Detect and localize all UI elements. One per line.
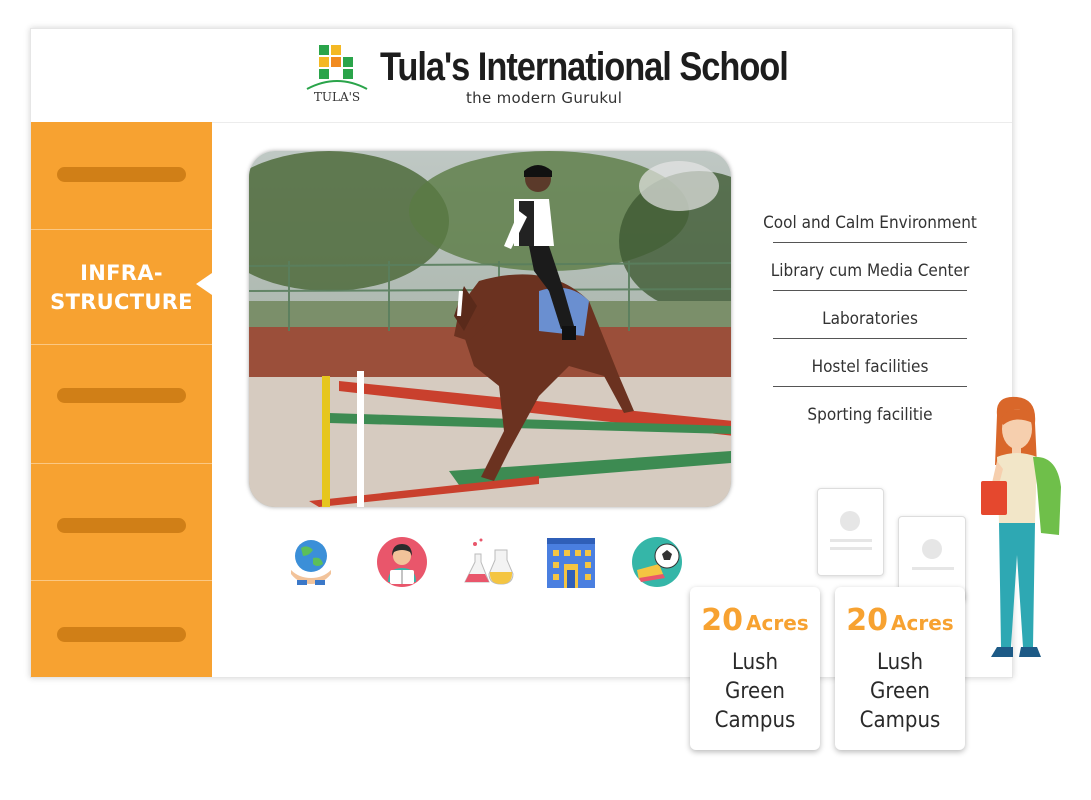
active-pointer-icon	[196, 273, 212, 295]
school-logo[interactable]: TULA'S	[303, 43, 371, 105]
acres-heading: 20 Acres	[835, 601, 965, 645]
document-card	[817, 488, 884, 576]
divider	[773, 386, 967, 387]
acres-desc-line: Campus	[859, 708, 941, 733]
acres-card: 20 Acres Lush Green Campus	[835, 587, 965, 750]
document-placeholder-icon	[830, 511, 872, 550]
horse-riding-photo	[249, 151, 731, 507]
sidebar-item-3-placeholder	[57, 388, 186, 403]
feature-item: Laboratories	[743, 301, 997, 349]
sidebar-item-4[interactable]	[31, 463, 212, 581]
feature-label: Sporting facilitie	[807, 405, 933, 425]
reading-student-icon[interactable]	[374, 534, 430, 590]
feature-item: Cool and Calm Environment	[743, 205, 997, 253]
acres-card: 20 Acres Lush Green Campus	[690, 587, 820, 750]
lab-flasks-icon[interactable]	[461, 534, 517, 590]
feature-item: Library cum Media Center	[743, 253, 997, 301]
feature-label: Laboratories	[822, 309, 918, 329]
sidebar-item-3[interactable]	[31, 345, 212, 464]
sidebar-item-5[interactable]	[31, 581, 212, 677]
acres-number: 20	[846, 603, 889, 638]
sports-ball-icon[interactable]	[629, 534, 685, 590]
acres-unit: Acres	[746, 611, 809, 635]
sidebar-item-4-placeholder	[57, 518, 186, 533]
acres-desc-line: Lush	[876, 650, 924, 675]
acres-desc-line: Green	[725, 679, 785, 704]
feature-list: Cool and Calm Environment Library cum Me…	[743, 205, 997, 445]
sidebar-item-1-placeholder	[57, 167, 186, 182]
header: TULA'S Tula's International School the m…	[31, 29, 1012, 123]
tagline: the modern Gurukul	[466, 89, 623, 107]
school-building-icon[interactable]	[543, 534, 599, 590]
acres-desc-line: Green	[870, 679, 930, 704]
acres-unit: Acres	[891, 611, 954, 635]
feature-label: Library cum Media Center	[770, 261, 970, 281]
divider	[773, 242, 967, 243]
feature-label: Hostel facilities	[811, 357, 929, 377]
divider	[773, 290, 967, 291]
acres-number: 20	[701, 603, 744, 638]
acres-desc-line: Campus	[714, 708, 796, 733]
sidebar-item-infrastructure-label: INFRA- STRUCTURE	[31, 259, 212, 317]
sidebar-label-line1: INFRA-	[80, 261, 163, 285]
main-card: TULA'S Tula's International School the m…	[30, 28, 1013, 678]
school-name: Tula's International School	[380, 45, 789, 89]
sidebar-item-5-placeholder	[57, 627, 186, 642]
acres-heading: 20 Acres	[690, 601, 820, 645]
sidebar-label-line2: STRUCTURE	[50, 290, 193, 314]
sidebar-item-1[interactable]	[31, 122, 212, 230]
globe-hands-icon[interactable]	[283, 534, 339, 590]
acres-description: Lush Green Campus	[835, 648, 965, 735]
sidebar: INFRA- STRUCTURE	[31, 122, 212, 677]
student-illustration	[981, 396, 1061, 657]
feature-item: Hostel facilities	[743, 349, 997, 397]
feature-label: Cool and Calm Environment	[763, 213, 977, 233]
acres-description: Lush Green Campus	[690, 648, 820, 735]
divider	[773, 338, 967, 339]
feature-item: Sporting facilitie	[743, 397, 997, 445]
acres-desc-line: Lush	[731, 650, 779, 675]
svg-text:TULA'S: TULA'S	[314, 90, 360, 104]
sidebar-item-infrastructure[interactable]: INFRA- STRUCTURE	[31, 229, 212, 345]
